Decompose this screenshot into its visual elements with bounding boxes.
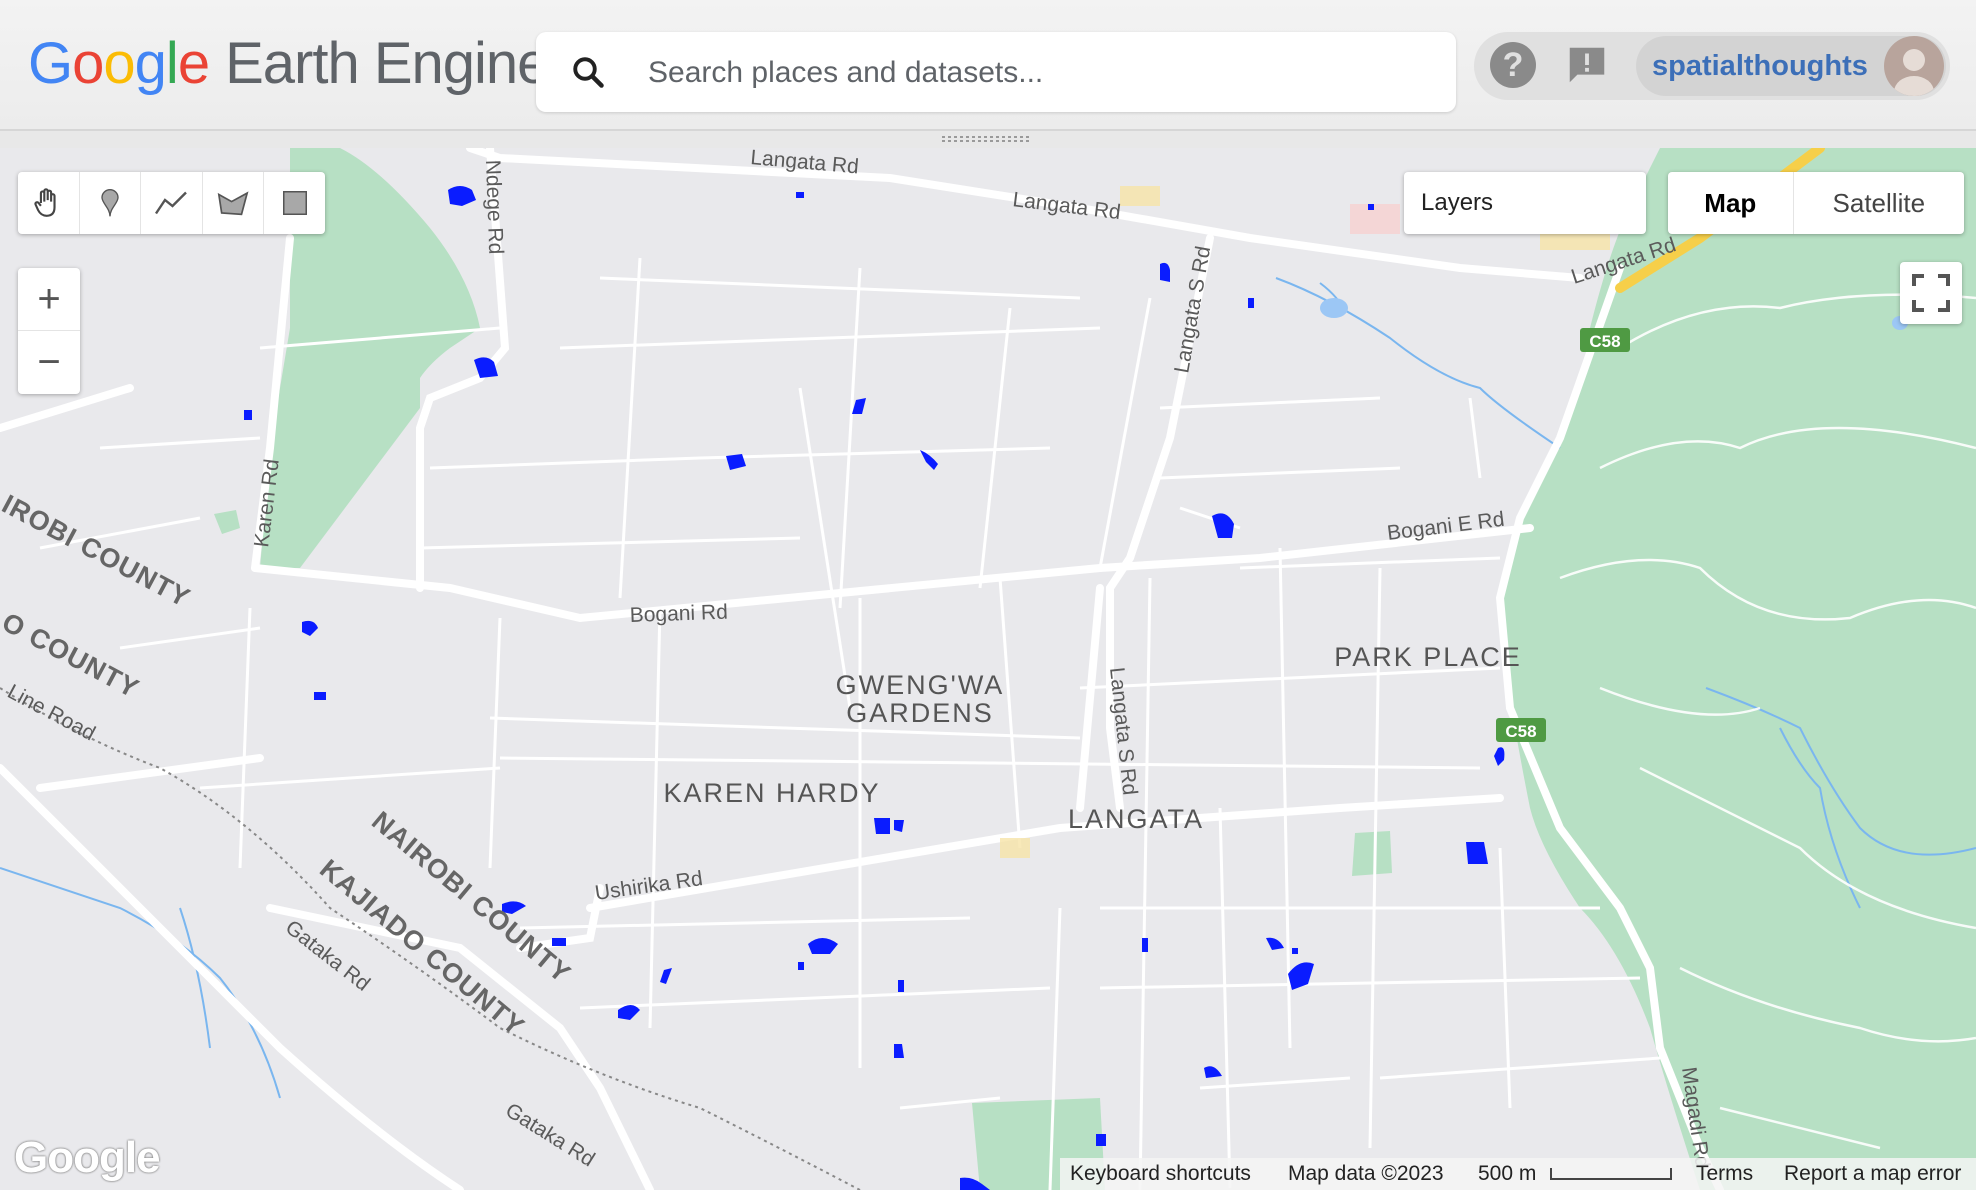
park-area bbox=[1352, 831, 1392, 876]
water-blob bbox=[1494, 747, 1505, 766]
area-label: PARK PLACE bbox=[1334, 642, 1522, 672]
google-map-logo[interactable]: Google bbox=[14, 1133, 161, 1183]
water-blob bbox=[244, 410, 252, 420]
polyline-icon bbox=[155, 191, 188, 215]
route-shield-c58: C58 bbox=[1580, 328, 1630, 352]
water-blob bbox=[1288, 962, 1314, 990]
route-shield-c58: C58 bbox=[1496, 718, 1546, 742]
water-blob bbox=[1292, 948, 1298, 954]
water-blob bbox=[1466, 842, 1488, 864]
water-blob bbox=[1368, 204, 1374, 210]
zoom-in-button[interactable]: + bbox=[18, 268, 80, 331]
urban-area bbox=[1120, 186, 1160, 206]
search-icon bbox=[573, 57, 604, 88]
water-blob bbox=[1248, 298, 1254, 308]
search-input[interactable] bbox=[646, 48, 1430, 98]
water-blob bbox=[552, 938, 566, 946]
help-icon[interactable]: ? bbox=[1490, 42, 1536, 88]
avatar[interactable] bbox=[1884, 36, 1944, 96]
water-blob bbox=[1160, 262, 1170, 282]
water-blob bbox=[314, 692, 326, 700]
water-blob bbox=[798, 962, 804, 970]
water-blob bbox=[852, 398, 866, 414]
polygon-icon bbox=[217, 191, 249, 216]
terms-link[interactable]: Terms bbox=[1696, 1162, 1753, 1186]
scale-bar bbox=[1550, 1168, 1672, 1180]
park-area bbox=[214, 510, 240, 534]
layers-button[interactable]: Layers bbox=[1404, 172, 1646, 234]
panel-resize-handle[interactable] bbox=[940, 134, 1034, 144]
water-blob bbox=[894, 820, 904, 832]
map-data-text: Map data ©2023 bbox=[1288, 1162, 1444, 1185]
area-label: GARDENS bbox=[846, 698, 994, 728]
google-earth-engine-logo[interactable]: Google Earth Engine bbox=[28, 30, 549, 102]
logo-earth-engine-text: Earth Engine bbox=[225, 31, 549, 96]
water-blob bbox=[808, 938, 838, 954]
account-toolbar: ? spatialthoughts bbox=[1474, 32, 1950, 100]
svg-text:C58: C58 bbox=[1589, 332, 1620, 351]
urban-area bbox=[1000, 838, 1030, 858]
map-base-layer[interactable]: Langata Rd Langata Rd Langata Rd Ndege R… bbox=[0, 148, 1976, 1190]
road-label: Ndege Rd bbox=[481, 159, 507, 254]
water-blob bbox=[1266, 937, 1284, 950]
top-bar: GoogleEarth Engine ? spatialthoughts bbox=[0, 0, 1976, 131]
user-account-button[interactable]: spatialthoughts bbox=[1636, 36, 1946, 96]
report-map-error-link[interactable]: Report a map error bbox=[1784, 1162, 1961, 1186]
road-label: Line Road bbox=[4, 680, 99, 745]
water-blob bbox=[874, 818, 890, 834]
keyboard-shortcuts-link[interactable]: Keyboard shortcuts bbox=[1070, 1162, 1251, 1186]
svg-text:C58: C58 bbox=[1505, 722, 1536, 741]
polygon-tool-button[interactable] bbox=[203, 172, 265, 234]
fullscreen-button[interactable] bbox=[1900, 262, 1962, 324]
water-blob bbox=[1096, 1134, 1106, 1146]
water-blob bbox=[898, 980, 904, 992]
road-label: Bogani Rd bbox=[629, 601, 728, 627]
zoom-out-button[interactable]: − bbox=[18, 331, 80, 393]
map-attribution-bar: Keyboard shortcuts Map data ©2023 500 m … bbox=[1060, 1158, 1976, 1190]
map-canvas[interactable]: Langata Rd Langata Rd Langata Rd Ndege R… bbox=[0, 148, 1976, 1190]
water-blob bbox=[920, 450, 938, 470]
road-label: Langata Rd bbox=[1011, 188, 1122, 224]
road-label: Langata S Rd bbox=[1170, 244, 1215, 374]
water-blob bbox=[1142, 938, 1148, 952]
map-type-map-button[interactable]: Map bbox=[1668, 172, 1794, 234]
username: spatialthoughts bbox=[1652, 50, 1868, 82]
water-blob bbox=[448, 186, 476, 206]
zoom-control: + − bbox=[18, 268, 80, 394]
area-label: GWENG'WA bbox=[836, 670, 1005, 700]
lake bbox=[1320, 298, 1348, 318]
hand-tool-button[interactable] bbox=[18, 172, 80, 234]
area-label: KAREN HARDY bbox=[663, 778, 880, 808]
rectangle-tool-button[interactable] bbox=[264, 172, 325, 234]
avatar-person-icon bbox=[1894, 49, 1934, 96]
county-label: KAJIADO COUNTY bbox=[314, 854, 530, 1042]
marker-tool-button[interactable] bbox=[80, 172, 142, 234]
rectangle-icon bbox=[282, 191, 307, 215]
hand-icon bbox=[34, 188, 56, 217]
fullscreen-icon bbox=[1912, 274, 1950, 312]
water-blob bbox=[796, 192, 804, 198]
water-blob bbox=[1212, 513, 1234, 538]
urban-area bbox=[1350, 204, 1400, 234]
water-blob bbox=[660, 968, 672, 984]
road-label: Gataka Rd bbox=[501, 1099, 598, 1172]
area-label: LANGATA bbox=[1068, 804, 1204, 834]
county-label: IROBI COUNTY bbox=[0, 489, 195, 613]
map-type-satellite-button[interactable]: Satellite bbox=[1794, 172, 1964, 234]
line-tool-button[interactable] bbox=[141, 172, 203, 234]
water-blob bbox=[1204, 1066, 1222, 1078]
feedback-icon[interactable] bbox=[1564, 42, 1610, 88]
drawing-tools bbox=[18, 172, 325, 234]
map-type-control: Map Satellite bbox=[1668, 172, 1964, 234]
marker-icon bbox=[101, 188, 119, 217]
water-blob bbox=[302, 620, 318, 636]
scale-text[interactable]: 500 m bbox=[1478, 1162, 1536, 1186]
water-blob bbox=[894, 1044, 904, 1058]
search-box[interactable] bbox=[536, 32, 1456, 112]
